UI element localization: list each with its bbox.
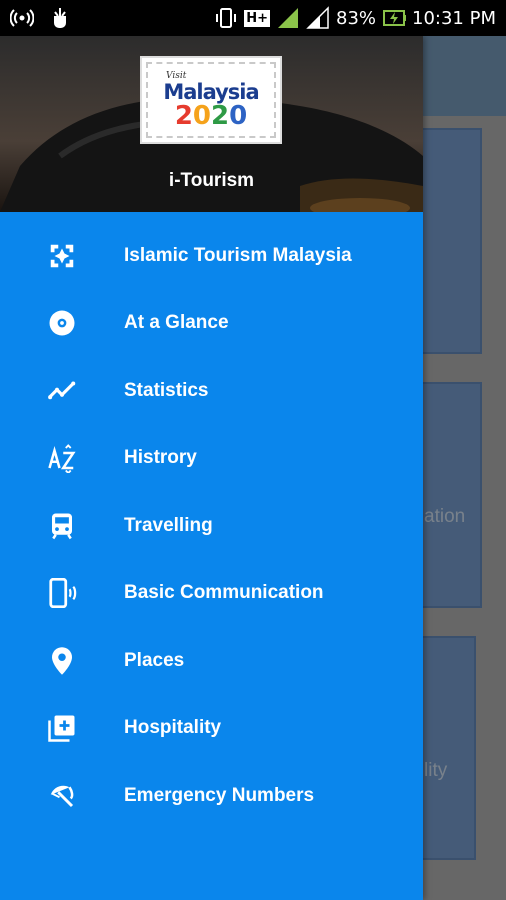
sort-az-icon (47, 443, 77, 474)
menu-item-travelling[interactable]: Travelling (0, 492, 423, 560)
menu-item-hospitality[interactable]: Hospitality (0, 695, 423, 763)
logo-stamp: Visit Malaysia 2020 (146, 62, 276, 138)
menu-item-basic-communication[interactable]: Basic Communication (0, 560, 423, 628)
menu-item-label: Islamic Tourism Malaysia (124, 244, 352, 266)
logo-year-digit: 2 (174, 100, 193, 131)
disc-icon (47, 308, 77, 338)
menu-item-label: Statistics (124, 379, 209, 401)
menu-item-label: Hospitality (124, 717, 222, 739)
menu-item-label: Emergency Numbers (124, 784, 315, 806)
signal-sim1-icon (276, 6, 300, 30)
status-right: H+ 83% 10:31 PM (214, 6, 496, 30)
status-bar: H+ 83% 10:31 PM (0, 0, 506, 36)
menu-item-label: At a Glance (124, 312, 229, 334)
logo-year: 2020 (175, 103, 247, 129)
network-type-label: H+ (244, 9, 270, 27)
beach-umbrella-icon (47, 781, 77, 811)
clock: 10:31 PM (412, 7, 496, 29)
trending-icon (47, 376, 77, 406)
menu-item-emergency-numbers[interactable]: Emergency Numbers (0, 762, 423, 830)
vibrate-icon (214, 6, 238, 30)
menu-item-history[interactable]: Histrory (0, 425, 423, 493)
phone-vibrate-icon (47, 578, 77, 609)
battery-percent: 83% (336, 7, 377, 29)
app-title: i-Tourism (168, 170, 255, 191)
signal-sim2-icon (306, 6, 330, 30)
logo-country-text: Malaysia (163, 79, 259, 104)
menu-item-label: Places (124, 649, 185, 671)
logo-year-digit: 0 (192, 100, 211, 131)
logo-year-digit: 2 (211, 100, 230, 131)
location-pin-icon (47, 646, 77, 676)
logo-year-digit: 0 (229, 100, 248, 131)
train-icon (47, 511, 77, 541)
islamic-pattern-icon (47, 241, 77, 271)
menu-item-label: Basic Communication (124, 582, 324, 604)
menu-item-places[interactable]: Places (0, 627, 423, 695)
menu-item-label: Histrory (124, 447, 197, 469)
network-type: H+ (244, 9, 270, 27)
hotspot-icon (9, 6, 35, 30)
battery-charging-icon (382, 6, 407, 30)
android-debug-icon (48, 6, 72, 30)
add-box-icon (47, 713, 77, 743)
navigation-drawer: Visit Malaysia 2020 i-Tourism Islamic To… (0, 36, 423, 900)
drawer-header: Visit Malaysia 2020 i-Tourism (0, 36, 423, 212)
menu-item-statistics[interactable]: Statistics (0, 357, 423, 425)
menu-item-at-a-glance[interactable]: At a Glance (0, 290, 423, 358)
menu-item-islamic-tourism[interactable]: Islamic Tourism Malaysia (0, 222, 423, 290)
menu-item-label: Travelling (124, 514, 213, 536)
status-left (9, 6, 72, 30)
visit-malaysia-logo: Visit Malaysia 2020 (140, 56, 282, 144)
drawer-menu: Islamic Tourism Malaysia At a Glance Sta… (0, 212, 423, 830)
